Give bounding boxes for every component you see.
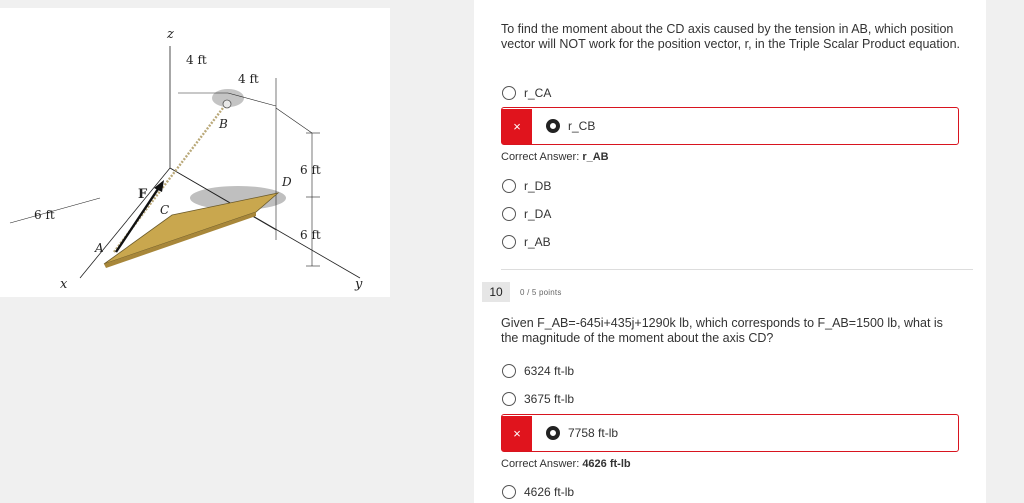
choice-label: 4626 ft-lb [524, 485, 575, 499]
label-d: D [281, 175, 292, 189]
dim-6ft-left: 6 ft [34, 208, 55, 222]
choice-r-ca[interactable]: r_CA [502, 82, 551, 104]
choice-label: 3675 ft-lb [524, 392, 575, 406]
choice-r-da[interactable]: r_DA [502, 203, 551, 225]
choice-r-ab[interactable]: r_AB [502, 231, 551, 253]
choice-label: r_CA [524, 86, 552, 100]
dim-4ft-right: 4 ft [238, 72, 259, 86]
choice-label: r_CB [568, 119, 596, 133]
dim-6ft-upper: 6 ft [300, 163, 321, 177]
plate [103, 192, 280, 265]
question-divider [501, 269, 973, 270]
radio-icon[interactable] [502, 235, 516, 249]
choice-r-db[interactable]: r_DB [502, 175, 551, 197]
correct-answer-prefix: Correct Answer: [501, 458, 580, 470]
wrong-x-icon: × [502, 108, 532, 144]
ref-line-2 [275, 107, 313, 134]
choice-3675[interactable]: 3675 ft-lb [502, 388, 574, 410]
correct-answer-value: r_AB [582, 151, 609, 163]
label-b: B [218, 117, 228, 131]
choice-6324[interactable]: 6324 ft-lb [502, 360, 574, 382]
label-x: x [60, 277, 68, 292]
choice-label: r_DA [524, 207, 552, 221]
radio-icon[interactable] [502, 485, 516, 499]
question-10-text: Given F_AB=-645i+435j+1290k lb, which co… [501, 316, 943, 345]
label-f: F [138, 187, 148, 202]
radio-icon[interactable] [502, 179, 516, 193]
choice-label: 7758 ft-lb [568, 426, 619, 440]
selected-wrong-answer[interactable]: × 7758 ft-lb [501, 414, 959, 452]
dim-6ft-lower: 6 ft [300, 228, 321, 242]
radio-icon[interactable] [502, 207, 516, 221]
page: z x y F A B C D 4 ft 4 ft 6 ft 6 ft 6 ft… [0, 0, 1024, 503]
label-a: A [94, 241, 104, 255]
choice-label: r_DB [524, 179, 552, 193]
question-points: 0 / 5 points [520, 288, 562, 297]
correct-answer: Correct Answer: 4626 ft-lb [501, 458, 631, 470]
label-z: z [166, 27, 174, 42]
question-9-text: To find the moment about the CD axis cau… [501, 22, 961, 51]
choice-label: r_AB [524, 235, 551, 249]
radio-icon[interactable] [502, 392, 516, 406]
x-axis [79, 167, 171, 279]
wrong-x-icon: × [502, 415, 532, 451]
anchor-b [222, 99, 232, 109]
correct-answer: Correct Answer: r_AB [501, 151, 609, 163]
label-y: y [354, 277, 363, 292]
question-number: 10 [482, 282, 510, 302]
figure-panel: z x y F A B C D 4 ft 4 ft 6 ft 6 ft 6 ft [0, 8, 390, 297]
dim-line-left [9, 197, 101, 224]
radio-selected-icon[interactable] [546, 119, 560, 133]
choice-label: 6324 ft-lb [524, 364, 575, 378]
statics-figure: z x y F A B C D 4 ft 4 ft 6 ft 6 ft 6 ft [9, 27, 363, 292]
radio-selected-icon[interactable] [546, 426, 560, 440]
choice-4626[interactable]: 4626 ft-lb [502, 481, 574, 503]
radio-icon[interactable] [502, 364, 516, 378]
selected-wrong-answer[interactable]: × r_CB [501, 107, 959, 145]
quiz-panel: To find the moment about the CD axis cau… [474, 0, 986, 503]
correct-answer-value: 4626 ft-lb [582, 458, 631, 470]
label-c: C [160, 203, 169, 217]
dim-4ft-left: 4 ft [186, 53, 207, 67]
radio-icon[interactable] [502, 86, 516, 100]
correct-answer-prefix: Correct Answer: [501, 151, 580, 163]
